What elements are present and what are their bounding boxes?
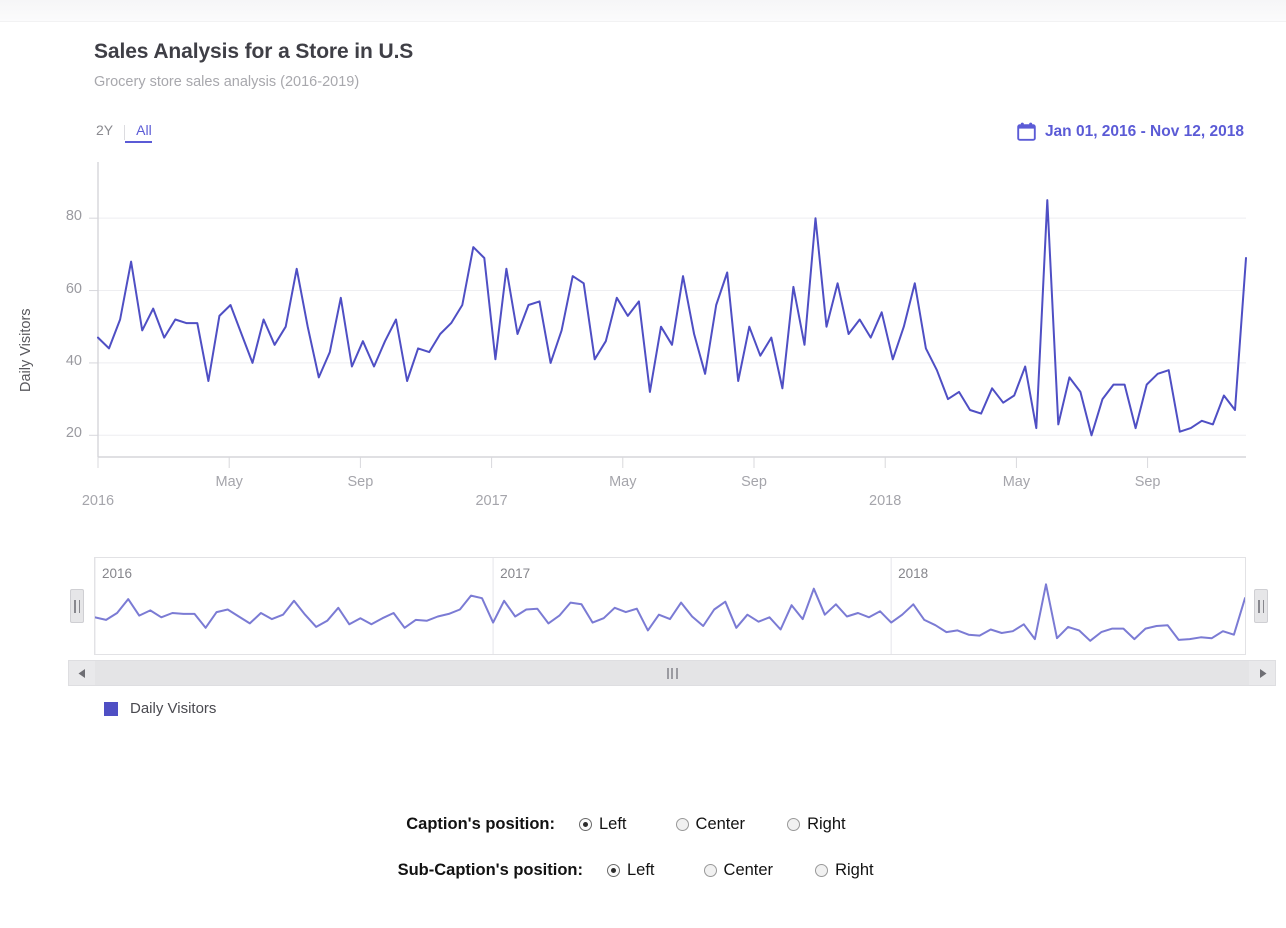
radio-icon — [675, 818, 689, 831]
scroll-left-arrow-icon[interactable] — [69, 661, 95, 685]
caption-position-row: Caption's position: Left Center Right — [0, 815, 1286, 834]
x-tick-label: Sep — [741, 474, 767, 490]
radio-icon — [579, 818, 592, 831]
radio-icon — [703, 864, 717, 877]
radio-label: Right — [807, 815, 846, 833]
chart-card: Sales Analysis for a Store in U.S Grocer… — [0, 22, 1286, 717]
radio-label: Center — [723, 861, 774, 879]
range-selector: 2Y All — [96, 122, 152, 143]
x-tick-label: 2018 — [869, 493, 902, 509]
navigator-chart-svg — [95, 558, 1245, 654]
range-button-2y[interactable]: 2Y — [96, 122, 124, 141]
calendar-icon — [1017, 122, 1036, 141]
subcaption-position-center[interactable]: Center — [703, 861, 774, 880]
x-axis-ticks: 2016 May Sep 2017 May Sep 2018 May Sep — [0, 474, 1286, 534]
x-tick-label: May — [609, 474, 637, 490]
radio-icon — [607, 864, 620, 877]
caption-position-label: Caption's position: — [406, 815, 555, 833]
scroll-right-arrow-icon[interactable] — [1249, 661, 1275, 685]
navigator-plot[interactable]: 2016 2017 2018 — [94, 557, 1246, 655]
caption-position-right[interactable]: Right — [787, 815, 846, 834]
navigator-year-label: 2017 — [500, 566, 531, 581]
navigator-scrollbar[interactable] — [68, 660, 1276, 686]
navigator-year-label: 2016 — [102, 566, 133, 581]
x-tick-label: 2017 — [475, 493, 508, 509]
radio-label: Center — [695, 815, 746, 833]
scrollbar-track[interactable] — [95, 661, 1249, 685]
navigator-handle-left[interactable] — [70, 589, 84, 623]
controls-panel: Caption's position: Left Center Right Su… — [0, 815, 1286, 907]
radio-icon — [815, 864, 829, 877]
legend-swatch — [104, 701, 118, 716]
x-tick-label: May — [215, 474, 243, 490]
chart-subtitle: Grocery store sales analysis (2016-2019) — [94, 74, 360, 90]
navigator-year-label: 2018 — [898, 566, 929, 581]
subcaption-position-row: Sub-Caption's position: Left Center Righ… — [0, 861, 1286, 880]
x-tick-label: May — [1002, 474, 1031, 490]
navigator-handle-right[interactable] — [1254, 589, 1268, 623]
x-tick-label: Sep — [347, 474, 374, 490]
subcaption-position-left[interactable]: Left — [607, 861, 655, 880]
browser-top-bar — [0, 0, 1286, 22]
subcaption-position-radios: Left Center Right — [583, 861, 874, 880]
chart-title: Sales Analysis for a Store in U.S — [94, 40, 414, 63]
x-tick-label: 2016 — [81, 493, 115, 509]
scrollbar-thumb[interactable] — [95, 661, 1249, 685]
date-range-label: Jan 01, 2016 - Nov 12, 2018 — [1044, 122, 1244, 140]
subcaption-position-right[interactable]: Right — [815, 861, 874, 880]
radio-label: Left — [599, 815, 627, 833]
legend[interactable]: Daily Visitors — [104, 700, 216, 717]
date-range-picker[interactable]: Jan 01, 2016 - Nov 12, 2018 — [1017, 122, 1244, 141]
legend-label: Daily Visitors — [130, 700, 217, 717]
main-plot-area[interactable]: Daily Visitors 20 40 60 80 2016 May Sep 2017 Ma… — [0, 152, 1286, 532]
range-button-all[interactable]: All — [125, 122, 152, 143]
radio-label: Left — [627, 861, 655, 879]
navigator[interactable]: 2016 2017 2018 — [70, 557, 1268, 657]
caption-position-left[interactable]: Left — [579, 815, 627, 834]
x-tick-label: Sep — [1134, 474, 1161, 490]
subcaption-position-label: Sub-Caption's position: — [397, 861, 583, 879]
radio-label: Right — [835, 861, 874, 879]
caption-position-radios: Left Center Right — [555, 815, 846, 834]
radio-icon — [787, 818, 801, 831]
caption-position-center[interactable]: Center — [675, 815, 746, 834]
